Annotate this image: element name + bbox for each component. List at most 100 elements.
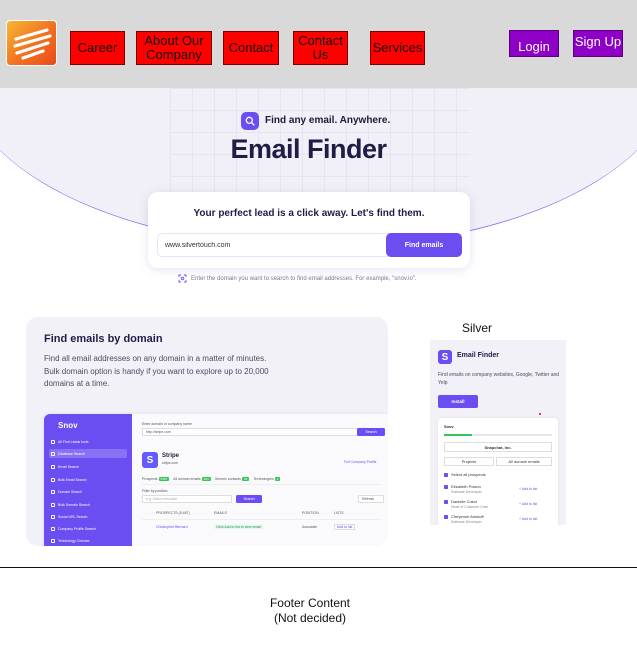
tab-generic[interactable]: Generic contacts 56 xyxy=(215,477,250,481)
tab-technologies[interactable]: Technologies 4 xyxy=(253,477,281,481)
database-icon xyxy=(51,451,55,456)
extension-card: S Email Finder Find emails on company we… xyxy=(430,340,566,525)
top-navigation: Career About Our Company Contact Contact… xyxy=(0,0,637,88)
sidebar-item[interactable]: Bulk Email Search xyxy=(51,475,87,484)
company-name: Stripe xyxy=(162,453,180,459)
search-card-title: Your perfect lead is a click away. Let's… xyxy=(193,208,425,219)
checkbox-icon[interactable] xyxy=(444,473,448,477)
add-to-list-button[interactable]: + Add to list xyxy=(519,517,537,521)
extension-brand: Snov xyxy=(444,424,454,429)
app-search-button[interactable]: Search xyxy=(357,428,385,436)
progress-bar xyxy=(444,434,472,436)
menu-icon xyxy=(51,439,55,444)
add-to-list-label: Add to list xyxy=(521,487,538,491)
nav-career-button[interactable]: Career xyxy=(70,31,125,65)
refresh-button[interactable]: Refresh xyxy=(358,495,384,503)
column-header: LISTS xyxy=(334,511,344,515)
link-icon xyxy=(51,514,55,519)
sidebar-item[interactable]: Bulk Domain Search xyxy=(51,500,90,509)
extension-tab-all-emails[interactable]: All domain emails xyxy=(496,457,552,466)
sidebar-item-label: Email Search xyxy=(58,464,79,469)
sidebar-item[interactable]: Company Profile Search xyxy=(51,524,96,533)
email-search-card: Your perfect lead is a click away. Let's… xyxy=(148,192,470,268)
sidebar-item-label: Bulk Domain Search xyxy=(58,502,90,507)
email-icon xyxy=(51,477,55,482)
feature-description: Find all email addresses on any domain i… xyxy=(44,354,269,388)
scan-icon xyxy=(178,274,187,283)
company-profile-link[interactable]: Full Company Profile xyxy=(344,460,376,464)
app-brand-logo: Snov xyxy=(58,421,78,430)
find-emails-button[interactable]: Find emails xyxy=(386,233,462,257)
row-prospect-name[interactable]: Christopher Bernard xyxy=(156,525,188,529)
install-button[interactable]: Install xyxy=(438,395,478,408)
extension-description: Find emails on company websites, Google,… xyxy=(438,372,560,386)
tab-count: 4 xyxy=(274,477,281,481)
extension-tab-projects[interactable]: Projects xyxy=(444,457,494,466)
nav-contact-button[interactable]: Contact xyxy=(223,31,279,65)
person-role: Software Developer xyxy=(451,490,482,494)
progress-track xyxy=(472,434,552,436)
tab-label: Generic contacts xyxy=(214,477,241,481)
footer: Footer Content (Not decided) xyxy=(0,596,620,626)
login-button[interactable]: Login xyxy=(509,30,559,57)
tab-label: Technologies xyxy=(253,477,274,481)
column-header: POSITION xyxy=(302,511,319,515)
add-to-list-label: Add to list xyxy=(521,502,538,506)
tab-count: 56 xyxy=(241,477,250,481)
row-add-to-list-button[interactable]: Add to list xyxy=(334,524,356,530)
app-main-panel: Enter domain or company name http://stri… xyxy=(132,414,388,546)
app-domain-field[interactable]: http://stripe.com xyxy=(142,428,360,436)
sidebar-item-label: All Find Leads tools xyxy=(58,439,89,444)
add-to-list-button[interactable]: + Add to list xyxy=(519,502,537,506)
email-icon xyxy=(51,464,55,469)
sidebar-item[interactable]: All Find Leads tools xyxy=(51,437,89,446)
sidebar-item[interactable]: Domain Search xyxy=(51,487,82,496)
sidebar-item[interactable]: Social URL Search xyxy=(51,512,87,521)
search-icon xyxy=(241,111,259,130)
nav-services-button[interactable]: Services xyxy=(370,31,425,65)
footer-divider xyxy=(0,567,637,568)
filter-search-button[interactable]: Search xyxy=(236,495,262,503)
sidebar-item[interactable]: Technology Checker xyxy=(51,536,90,545)
signup-button[interactable]: Sign Up xyxy=(573,30,623,57)
add-to-list-label: Add to list xyxy=(521,517,538,521)
tab-all-emails[interactable]: All domain emails 394 xyxy=(173,477,211,481)
divider xyxy=(142,519,382,520)
extension-company: Snapchat, Inc. xyxy=(444,442,552,452)
hero-tagline: Find any email. Anywhere. xyxy=(241,111,390,130)
result-tabs: Prospects 5487 All domain emails 394 Gen… xyxy=(142,477,281,481)
checkbox-icon[interactable] xyxy=(444,515,448,519)
add-to-list-button[interactable]: + Add to list xyxy=(519,487,537,491)
brand-logo-icon[interactable] xyxy=(6,20,57,66)
app-sidebar: Snov All Find Leads tools Database Searc… xyxy=(44,414,132,546)
company-url: stripe.com xyxy=(162,461,179,465)
filter-input[interactable]: e.g. Sales executive xyxy=(142,495,232,503)
person-name: Elisabeth Poison xyxy=(451,484,481,489)
divider xyxy=(142,484,382,485)
person-role: Software Developer xyxy=(451,520,482,524)
extension-label: Silver xyxy=(462,321,493,335)
sidebar-item-active[interactable]: Database Search xyxy=(49,449,127,458)
search-hint: Enter the domain you want to search to f… xyxy=(178,274,417,283)
domain-search-feature-card: Find emails by domain Find all email add… xyxy=(26,317,388,546)
sidebar-item-label: Technology Checker xyxy=(58,538,90,543)
hero-section: Find any email. Anywhere. Email Finder Y… xyxy=(0,88,637,298)
sidebar-item-label: Bulk Email Search xyxy=(58,477,87,482)
filter-label: Filter by position xyxy=(142,489,168,493)
tab-prospects[interactable]: Prospects 5487 xyxy=(142,477,170,481)
sidebar-item-label: Company Profile Search xyxy=(58,526,96,531)
hero-tagline-text: Find any email. Anywhere. xyxy=(265,115,391,126)
checkbox-icon[interactable] xyxy=(444,500,448,504)
stripe-logo-icon: S xyxy=(142,452,158,468)
domain-search-input[interactable] xyxy=(165,234,385,256)
domain-field-label: Enter domain or company name xyxy=(142,422,192,426)
person-role: Head of Customer Care xyxy=(451,505,488,509)
column-header: EMAILS xyxy=(214,511,227,515)
nav-contact-us-button[interactable]: Contact Us xyxy=(293,31,348,65)
extension-preview: Snov Snapchat, Inc. Projects All domain … xyxy=(438,418,558,525)
sidebar-item[interactable]: Email Search xyxy=(51,462,79,471)
nav-about-button[interactable]: About Our Company xyxy=(136,31,212,65)
tab-label: All domain emails xyxy=(173,477,201,481)
checkbox-icon[interactable] xyxy=(444,485,448,489)
search-hint-text: Enter the domain you want to search to f… xyxy=(191,275,417,282)
